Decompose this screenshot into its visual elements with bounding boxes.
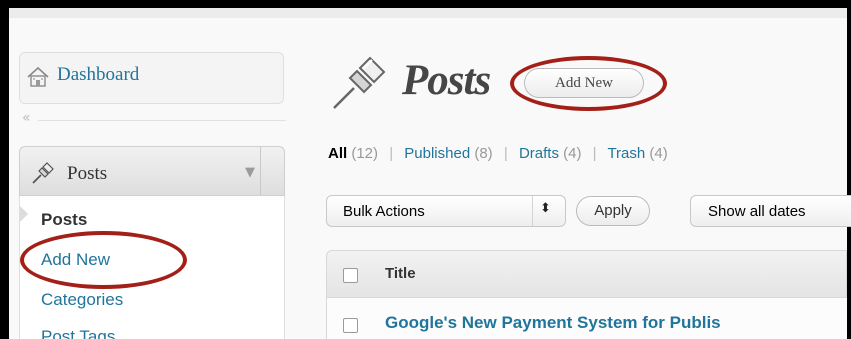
bulk-actions-select[interactable]: Bulk Actions ⬍: [326, 195, 566, 227]
sidebar-item-posts-label[interactable]: Posts: [67, 163, 107, 185]
post-title-link[interactable]: Google's New Payment System for Publis: [385, 313, 721, 333]
submenu-item-categories[interactable]: Categories: [41, 290, 123, 310]
column-header-title[interactable]: Title: [385, 265, 416, 282]
double-chevron-left-icon[interactable]: «: [22, 110, 31, 126]
filter-drafts[interactable]: Drafts: [519, 145, 559, 162]
dates-filter-select[interactable]: Show all dates: [690, 195, 851, 227]
dates-filter-selected: Show all dates: [708, 203, 806, 220]
filter-published[interactable]: Published: [404, 145, 470, 162]
sidebar-item-dashboard-label[interactable]: Dashboard: [57, 64, 139, 86]
house-icon: [27, 66, 49, 87]
filter-separator: |: [389, 145, 394, 162]
triangle-down-icon[interactable]: ▼: [245, 165, 255, 180]
pushpin-icon: [333, 56, 386, 109]
apply-button[interactable]: Apply: [576, 196, 650, 226]
sidebar-divider: [38, 120, 286, 121]
select-all-checkbox[interactable]: [343, 268, 358, 283]
submenu-item-post-tags[interactable]: Post Tags: [41, 327, 115, 339]
post-status-filters: All (12) | Published (8) | Drafts (4) | …: [328, 145, 668, 162]
window-border-top: [0, 0, 851, 8]
window-border-left: [0, 0, 9, 339]
filter-published-count: (8): [474, 145, 493, 162]
select-divider: [532, 196, 533, 226]
filter-all-count: (12): [351, 145, 379, 162]
pushpin-icon: [32, 162, 54, 184]
filter-all[interactable]: All: [328, 145, 347, 162]
page-title: Posts: [402, 57, 491, 104]
window-border-right: [847, 0, 851, 339]
filter-separator: |: [592, 145, 597, 162]
row-checkbox[interactable]: [343, 318, 358, 333]
submenu-current-indicator: [20, 206, 28, 222]
filter-drafts-count: (4): [563, 145, 582, 162]
bulk-actions-selected: Bulk Actions: [343, 203, 425, 220]
highlight-ellipse-add-new-menu: [20, 231, 187, 289]
updown-arrows-icon: ⬍: [540, 201, 551, 216]
filter-trash[interactable]: Trash: [607, 145, 645, 162]
filter-trash-count: (4): [649, 145, 668, 162]
posts-toggle-divider: [260, 147, 261, 195]
submenu-item-posts[interactable]: Posts: [41, 210, 87, 230]
highlight-ellipse-add-new-button: [510, 56, 667, 111]
filter-separator: |: [503, 145, 508, 162]
admin-header-band: [9, 8, 847, 18]
